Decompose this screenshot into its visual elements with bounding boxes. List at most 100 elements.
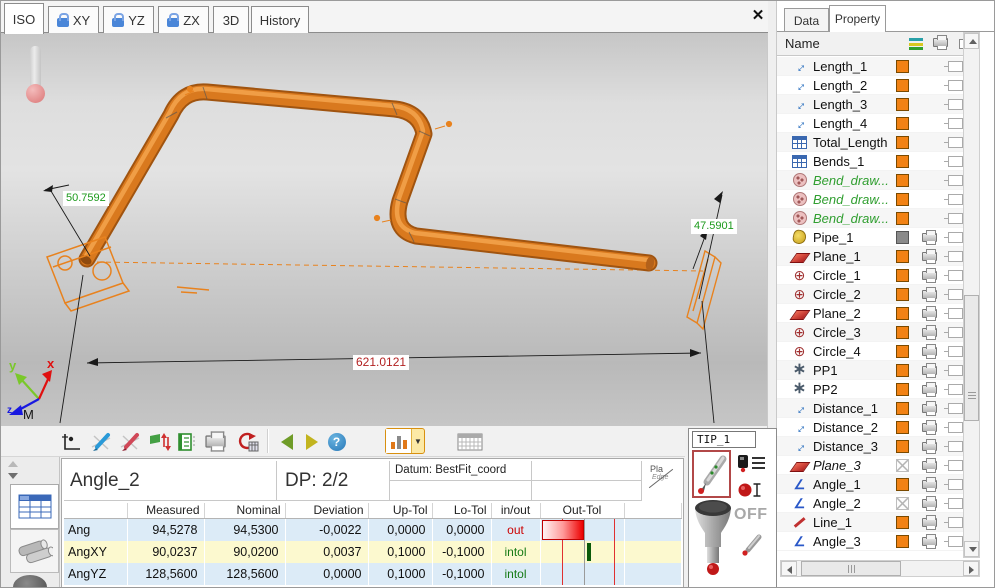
scroll-up-button[interactable] xyxy=(964,33,979,49)
list-item[interactable]: Total_Length xyxy=(777,133,963,152)
printer-icon[interactable] xyxy=(922,309,937,318)
list-item[interactable]: Plane_2 xyxy=(777,304,963,323)
column-header[interactable]: Nominal xyxy=(204,503,285,518)
list-item[interactable]: Bend_draw... xyxy=(777,171,963,190)
list-item[interactable]: ↔Length_2 xyxy=(777,76,963,95)
help-icon[interactable]: ? xyxy=(323,428,350,455)
color-swatch[interactable] xyxy=(896,231,909,244)
report-checkbox[interactable] xyxy=(948,441,963,452)
list-item[interactable]: Line_1 xyxy=(777,513,963,532)
printer-icon[interactable] xyxy=(922,347,937,356)
column-header[interactable]: Up-Tol xyxy=(368,503,432,518)
scroll-thumb[interactable] xyxy=(964,295,979,421)
list-item[interactable]: Plane_3 xyxy=(777,456,963,475)
list-item[interactable]: ∗PP1 xyxy=(777,361,963,380)
report-checkbox[interactable] xyxy=(948,232,963,243)
report-checkbox[interactable] xyxy=(948,517,963,528)
column-header[interactable]: Measured xyxy=(127,503,204,518)
printer-icon[interactable] xyxy=(922,442,937,451)
stylus-button[interactable] xyxy=(692,450,731,498)
list-item[interactable]: ∗PP2 xyxy=(777,380,963,399)
printer-icon[interactable] xyxy=(922,271,937,280)
color-swatch[interactable] xyxy=(896,60,909,73)
tab-xy[interactable]: XY xyxy=(48,6,99,33)
tab-history[interactable]: History xyxy=(251,6,309,33)
printer-icon[interactable] xyxy=(922,385,937,394)
tab-data[interactable]: Data xyxy=(784,8,829,32)
list-item[interactable]: ↔Distance_2 xyxy=(777,418,963,437)
color-swatch[interactable] xyxy=(896,174,909,187)
mini-probe-icon[interactable] xyxy=(739,532,765,558)
list-item[interactable]: Plane_1 xyxy=(777,247,963,266)
previous-icon[interactable] xyxy=(273,428,300,455)
scroll-thumb[interactable] xyxy=(801,561,901,576)
report-checkbox[interactable] xyxy=(948,365,963,376)
color-swatch[interactable] xyxy=(896,212,909,225)
printer-icon[interactable] xyxy=(922,328,937,337)
color-swatch[interactable] xyxy=(896,79,909,92)
list-item[interactable]: ∠Angle_2 xyxy=(777,494,963,513)
report-checkbox[interactable] xyxy=(948,422,963,433)
chart-view-icon[interactable]: ▼ xyxy=(385,428,425,454)
printer-icon[interactable] xyxy=(922,404,937,413)
list-item[interactable]: ↔Length_3 xyxy=(777,95,963,114)
report-checkbox[interactable] xyxy=(948,403,963,414)
tab-3d[interactable]: 3D xyxy=(213,6,249,33)
color-swatch[interactable] xyxy=(896,269,909,282)
color-swatch[interactable] xyxy=(896,497,909,510)
scroll-down-button[interactable] xyxy=(964,541,979,557)
color-swatch[interactable] xyxy=(896,516,909,529)
color-swatch[interactable] xyxy=(896,383,909,396)
report-checkbox[interactable] xyxy=(948,308,963,319)
ball-diameter-icon[interactable] xyxy=(737,481,767,499)
measure-row[interactable]: Ang94,527894,5300-0,00220,00000,0000out xyxy=(64,518,681,541)
report-checkbox[interactable] xyxy=(948,498,963,509)
sort-arrows-icon[interactable] xyxy=(145,428,172,455)
color-swatch[interactable] xyxy=(896,345,909,358)
tab-yz[interactable]: YZ xyxy=(103,6,154,33)
printer-icon[interactable] xyxy=(922,366,937,375)
horizontal-scrollbar[interactable] xyxy=(780,560,980,577)
printer-icon[interactable] xyxy=(922,537,937,546)
list-item[interactable]: ⊕Circle_2 xyxy=(777,285,963,304)
tab-result-table[interactable] xyxy=(10,484,59,529)
color-swatch[interactable] xyxy=(896,459,909,472)
list-item[interactable]: ↔Length_4 xyxy=(777,114,963,133)
printer-icon[interactable] xyxy=(922,480,937,489)
printer-icon[interactable] xyxy=(922,461,937,470)
report-checkbox[interactable] xyxy=(948,137,963,148)
list-item[interactable]: ⊕Circle_4 xyxy=(777,342,963,361)
printer-icon[interactable] xyxy=(922,499,937,508)
list-item[interactable]: ⊕Circle_3 xyxy=(777,323,963,342)
report-checkbox[interactable] xyxy=(948,175,963,186)
edit-red-pen-icon[interactable] xyxy=(116,428,143,455)
chevron-down-icon[interactable]: ▼ xyxy=(412,429,424,453)
report-checkbox[interactable] xyxy=(948,384,963,395)
list-item[interactable]: Bend_draw... xyxy=(777,209,963,228)
report-list-icon[interactable] xyxy=(173,428,200,455)
report-checkbox[interactable] xyxy=(948,156,963,167)
measure-row[interactable]: AngYZ128,5600128,56000,00000,1000-0,1000… xyxy=(64,563,681,585)
report-checkbox[interactable] xyxy=(948,194,963,205)
color-swatch[interactable] xyxy=(896,136,909,149)
list-item[interactable]: ↔Length_1 xyxy=(777,57,963,76)
color-swatch[interactable] xyxy=(896,421,909,434)
report-checkbox[interactable] xyxy=(948,80,963,91)
report-checkbox[interactable] xyxy=(948,99,963,110)
column-header[interactable]: Lo-Tol xyxy=(432,503,491,518)
list-item[interactable]: Pipe_1 xyxy=(777,228,963,247)
viewport-canvas[interactable]: 50.7592 47.5901 621.0121 y x z M xyxy=(1,33,768,426)
printer-icon[interactable] xyxy=(922,233,937,242)
list-item[interactable]: ↔Distance_1 xyxy=(777,399,963,418)
scroll-left-button[interactable] xyxy=(781,561,797,576)
printer-icon[interactable] xyxy=(922,252,937,261)
tab-zx[interactable]: ZX xyxy=(158,6,209,33)
printer-icon[interactable] xyxy=(922,518,937,527)
list-item[interactable]: ∠Angle_1 xyxy=(777,475,963,494)
color-swatch[interactable] xyxy=(896,155,909,168)
color-swatch[interactable] xyxy=(896,326,909,339)
color-swatch[interactable] xyxy=(896,250,909,263)
tab-property[interactable]: Property xyxy=(829,5,886,32)
next-icon[interactable] xyxy=(298,428,325,455)
tab-iso[interactable]: ISO xyxy=(4,3,44,34)
